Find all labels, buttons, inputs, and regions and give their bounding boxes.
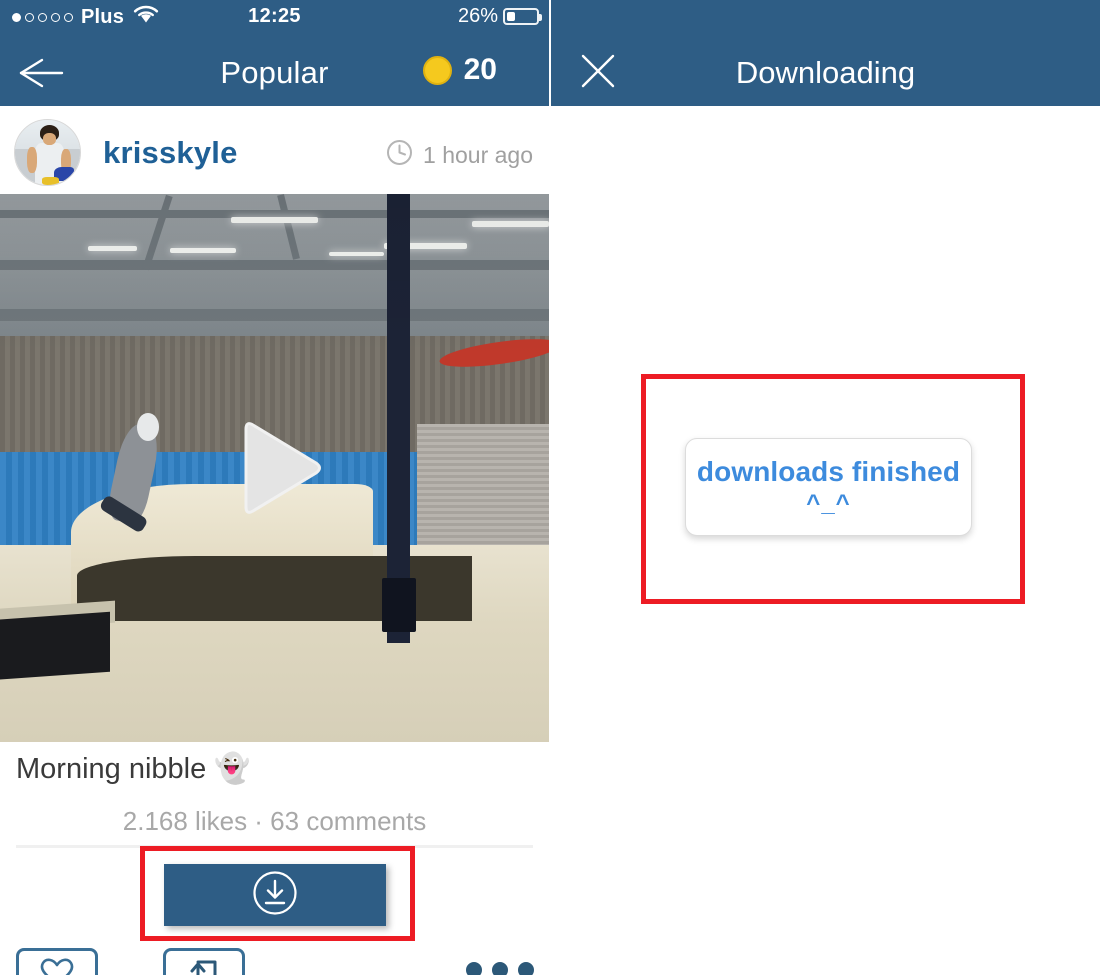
coin-icon	[422, 55, 452, 85]
download-circle-icon	[252, 870, 298, 921]
post-timestamp: 1 hour ago	[386, 139, 533, 171]
downloads-finished-toast[interactable]: downloads finished ^_^	[685, 438, 972, 536]
coin-count-label: 20	[463, 53, 497, 86]
download-button[interactable]	[164, 864, 386, 926]
right-phone-panel: Downloading downloads finished ^_^	[551, 0, 1100, 975]
battery-icon	[503, 8, 542, 25]
clock-icon	[386, 139, 413, 171]
avatar-image	[15, 120, 80, 185]
post-caption: Morning nibble 👻	[16, 753, 251, 785]
downloading-body: downloads finished ^_^	[551, 106, 1100, 975]
play-icon[interactable]	[220, 413, 330, 523]
post-media[interactable]	[0, 194, 549, 742]
share-button[interactable]	[163, 948, 245, 975]
post-username[interactable]: krisskyle	[103, 135, 238, 171]
more-dots-icon	[466, 962, 482, 975]
avatar[interactable]	[14, 119, 81, 186]
coin-balance[interactable]: 20	[422, 53, 497, 87]
status-bar: Plus 12:25 26%	[0, 0, 549, 40]
status-bar-right: 26%	[457, 5, 542, 28]
heart-icon	[37, 953, 77, 975]
downloading-title: Downloading	[735, 55, 916, 90]
more-dots-icon	[518, 962, 534, 975]
screenshot-root: Plus 12:25 26% Popular 20 krisskyle 1 ho…	[0, 0, 1100, 975]
share-arrow-icon	[184, 953, 224, 975]
right-nav-bar: Downloading	[551, 0, 1100, 106]
more-options-button[interactable]	[466, 962, 534, 975]
time-ago-label: 1 hour ago	[423, 141, 533, 168]
post-action-bar	[0, 948, 549, 975]
toast-emoticon: ^_^	[806, 490, 851, 517]
more-dots-icon	[492, 962, 508, 975]
toast-message: downloads finished	[696, 456, 961, 487]
post-stats: 2.168 likes · 63 comments	[122, 806, 427, 836]
left-phone-panel: Plus 12:25 26% Popular 20 krisskyle 1 ho…	[0, 0, 549, 975]
like-button[interactable]	[16, 948, 98, 975]
battery-percent-label: 26%	[457, 5, 498, 27]
left-nav-bar: Popular 20	[0, 40, 549, 106]
